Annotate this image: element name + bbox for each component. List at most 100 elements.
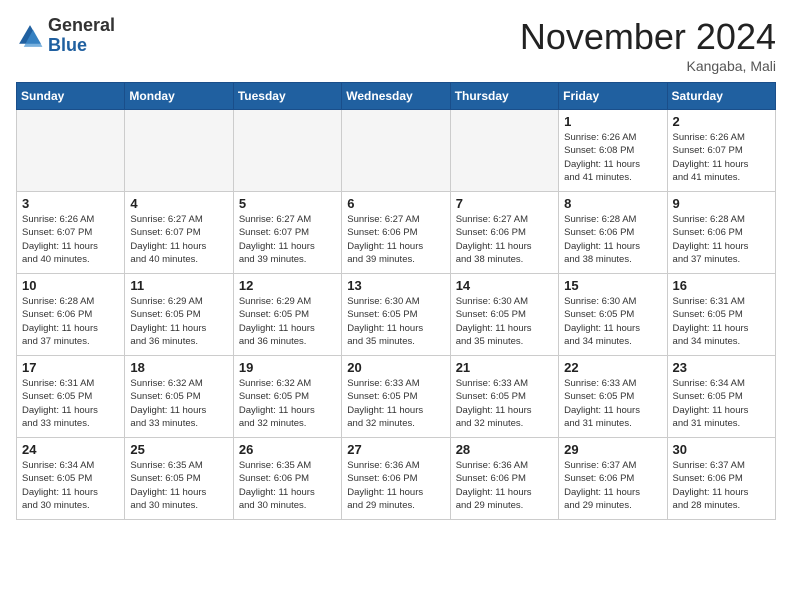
day-number: 10 xyxy=(22,278,119,293)
calendar-cell: 10 Sunrise: 6:28 AMSunset: 6:06 PMDayligh… xyxy=(17,274,125,356)
day-info: Sunrise: 6:30 AMSunset: 6:05 PMDaylight:… xyxy=(456,295,553,348)
logo: General Blue xyxy=(16,16,115,56)
day-info: Sunrise: 6:26 AMSunset: 6:07 PMDaylight:… xyxy=(22,213,119,266)
day-number: 15 xyxy=(564,278,661,293)
day-number: 21 xyxy=(456,360,553,375)
week-row-1: 1Sunrise: 6:26 AMSunset: 6:08 PMDaylight… xyxy=(17,110,776,192)
day-info: Sunrise: 6:35 AMSunset: 6:05 PMDaylight:… xyxy=(130,459,227,512)
calendar-cell: 18 Sunrise: 6:32 AMSunset: 6:05 PMDayligh… xyxy=(125,356,233,438)
calendar-cell xyxy=(450,110,558,192)
day-number: 2 xyxy=(673,114,770,129)
day-number: 4 xyxy=(130,196,227,211)
day-number: 12 xyxy=(239,278,336,293)
calendar-cell: 28 Sunrise: 6:36 AMSunset: 6:06 PMDayligh… xyxy=(450,438,558,520)
weekday-header: Thursday xyxy=(450,83,558,110)
week-row-3: 10 Sunrise: 6:28 AMSunset: 6:06 PMDayligh… xyxy=(17,274,776,356)
day-info: Sunrise: 6:33 AMSunset: 6:05 PMDaylight:… xyxy=(456,377,553,430)
day-info: Sunrise: 6:31 AMSunset: 6:05 PMDaylight:… xyxy=(673,295,770,348)
calendar-cell: 1Sunrise: 6:26 AMSunset: 6:08 PMDaylight… xyxy=(559,110,667,192)
calendar-cell xyxy=(233,110,341,192)
day-info: Sunrise: 6:36 AMSunset: 6:06 PMDaylight:… xyxy=(347,459,444,512)
calendar-cell: 21 Sunrise: 6:33 AMSunset: 6:05 PMDayligh… xyxy=(450,356,558,438)
day-info: Sunrise: 6:28 AMSunset: 6:06 PMDaylight:… xyxy=(22,295,119,348)
calendar-cell: 13 Sunrise: 6:30 AMSunset: 6:05 PMDayligh… xyxy=(342,274,450,356)
day-info: Sunrise: 6:35 AMSunset: 6:06 PMDaylight:… xyxy=(239,459,336,512)
day-info: Sunrise: 6:27 AMSunset: 6:06 PMDaylight:… xyxy=(456,213,553,266)
calendar-cell: 29Sunrise: 6:37 AMSunset: 6:06 PMDayligh… xyxy=(559,438,667,520)
location: Kangaba, Mali xyxy=(520,58,776,74)
calendar-cell: 11 Sunrise: 6:29 AMSunset: 6:05 PMDayligh… xyxy=(125,274,233,356)
day-number: 11 xyxy=(130,278,227,293)
calendar-cell xyxy=(125,110,233,192)
calendar-cell: 2Sunrise: 6:26 AMSunset: 6:07 PMDaylight… xyxy=(667,110,775,192)
calendar-cell: 30 Sunrise: 6:37 AMSunset: 6:06 PMDayligh… xyxy=(667,438,775,520)
calendar-cell: 12 Sunrise: 6:29 AMSunset: 6:05 PMDayligh… xyxy=(233,274,341,356)
day-info: Sunrise: 6:37 AMSunset: 6:06 PMDaylight:… xyxy=(673,459,770,512)
day-info: Sunrise: 6:28 AMSunset: 6:06 PMDaylight:… xyxy=(673,213,770,266)
day-info: Sunrise: 6:33 AMSunset: 6:05 PMDaylight:… xyxy=(347,377,444,430)
day-number: 9 xyxy=(673,196,770,211)
calendar-cell: 15 Sunrise: 6:30 AMSunset: 6:05 PMDayligh… xyxy=(559,274,667,356)
day-number: 28 xyxy=(456,442,553,457)
week-row-2: 3 Sunrise: 6:26 AMSunset: 6:07 PMDaylight… xyxy=(17,192,776,274)
calendar-cell: 24Sunrise: 6:34 AMSunset: 6:05 PMDayligh… xyxy=(17,438,125,520)
weekday-header: Sunday xyxy=(17,83,125,110)
calendar-cell: 4 Sunrise: 6:27 AMSunset: 6:07 PMDaylight… xyxy=(125,192,233,274)
weekday-header-row: SundayMondayTuesdayWednesdayThursdayFrid… xyxy=(17,83,776,110)
day-info: Sunrise: 6:27 AMSunset: 6:07 PMDaylight:… xyxy=(130,213,227,266)
day-info: Sunrise: 6:29 AMSunset: 6:05 PMDaylight:… xyxy=(130,295,227,348)
logo-icon xyxy=(16,22,44,50)
calendar-cell: 17Sunrise: 6:31 AMSunset: 6:05 PMDayligh… xyxy=(17,356,125,438)
day-info: Sunrise: 6:28 AMSunset: 6:06 PMDaylight:… xyxy=(564,213,661,266)
calendar-cell: 20 Sunrise: 6:33 AMSunset: 6:05 PMDayligh… xyxy=(342,356,450,438)
weekday-header: Monday xyxy=(125,83,233,110)
day-info: Sunrise: 6:34 AMSunset: 6:05 PMDaylight:… xyxy=(22,459,119,512)
month-title: November 2024 xyxy=(520,16,776,58)
calendar-cell: 7 Sunrise: 6:27 AMSunset: 6:06 PMDaylight… xyxy=(450,192,558,274)
calendar-cell xyxy=(17,110,125,192)
day-number: 7 xyxy=(456,196,553,211)
calendar-cell: 16 Sunrise: 6:31 AMSunset: 6:05 PMDayligh… xyxy=(667,274,775,356)
day-info: Sunrise: 6:36 AMSunset: 6:06 PMDaylight:… xyxy=(456,459,553,512)
calendar-cell: 23Sunrise: 6:34 AMSunset: 6:05 PMDayligh… xyxy=(667,356,775,438)
calendar-cell: 22Sunrise: 6:33 AMSunset: 6:05 PMDayligh… xyxy=(559,356,667,438)
weekday-header: Tuesday xyxy=(233,83,341,110)
day-info: Sunrise: 6:27 AMSunset: 6:07 PMDaylight:… xyxy=(239,213,336,266)
day-info: Sunrise: 6:30 AMSunset: 6:05 PMDaylight:… xyxy=(347,295,444,348)
page-header: General Blue November 2024 Kangaba, Mali xyxy=(16,16,776,74)
calendar-cell: 25 Sunrise: 6:35 AMSunset: 6:05 PMDayligh… xyxy=(125,438,233,520)
calendar-cell: 27 Sunrise: 6:36 AMSunset: 6:06 PMDayligh… xyxy=(342,438,450,520)
day-info: Sunrise: 6:29 AMSunset: 6:05 PMDaylight:… xyxy=(239,295,336,348)
logo-text: General Blue xyxy=(48,16,115,56)
logo-blue: Blue xyxy=(48,35,87,55)
weekday-header: Saturday xyxy=(667,83,775,110)
day-number: 18 xyxy=(130,360,227,375)
day-number: 20 xyxy=(347,360,444,375)
calendar-cell: 19Sunrise: 6:32 AMSunset: 6:05 PMDayligh… xyxy=(233,356,341,438)
day-number: 6 xyxy=(347,196,444,211)
day-info: Sunrise: 6:31 AMSunset: 6:05 PMDaylight:… xyxy=(22,377,119,430)
day-number: 8 xyxy=(564,196,661,211)
day-info: Sunrise: 6:26 AMSunset: 6:08 PMDaylight:… xyxy=(564,131,661,184)
calendar-cell: 5Sunrise: 6:27 AMSunset: 6:07 PMDaylight… xyxy=(233,192,341,274)
day-number: 29 xyxy=(564,442,661,457)
day-info: Sunrise: 6:30 AMSunset: 6:05 PMDaylight:… xyxy=(564,295,661,348)
week-row-4: 17Sunrise: 6:31 AMSunset: 6:05 PMDayligh… xyxy=(17,356,776,438)
day-number: 22 xyxy=(564,360,661,375)
day-number: 27 xyxy=(347,442,444,457)
title-block: November 2024 Kangaba, Mali xyxy=(520,16,776,74)
calendar-cell: 8 Sunrise: 6:28 AMSunset: 6:06 PMDaylight… xyxy=(559,192,667,274)
week-row-5: 24Sunrise: 6:34 AMSunset: 6:05 PMDayligh… xyxy=(17,438,776,520)
day-info: Sunrise: 6:32 AMSunset: 6:05 PMDaylight:… xyxy=(239,377,336,430)
weekday-header: Wednesday xyxy=(342,83,450,110)
day-info: Sunrise: 6:32 AMSunset: 6:05 PMDaylight:… xyxy=(130,377,227,430)
day-number: 13 xyxy=(347,278,444,293)
day-info: Sunrise: 6:34 AMSunset: 6:05 PMDaylight:… xyxy=(673,377,770,430)
day-info: Sunrise: 6:27 AMSunset: 6:06 PMDaylight:… xyxy=(347,213,444,266)
day-number: 16 xyxy=(673,278,770,293)
calendar-cell: 9 Sunrise: 6:28 AMSunset: 6:06 PMDaylight… xyxy=(667,192,775,274)
day-number: 30 xyxy=(673,442,770,457)
day-number: 3 xyxy=(22,196,119,211)
calendar-table: SundayMondayTuesdayWednesdayThursdayFrid… xyxy=(16,82,776,520)
day-number: 25 xyxy=(130,442,227,457)
